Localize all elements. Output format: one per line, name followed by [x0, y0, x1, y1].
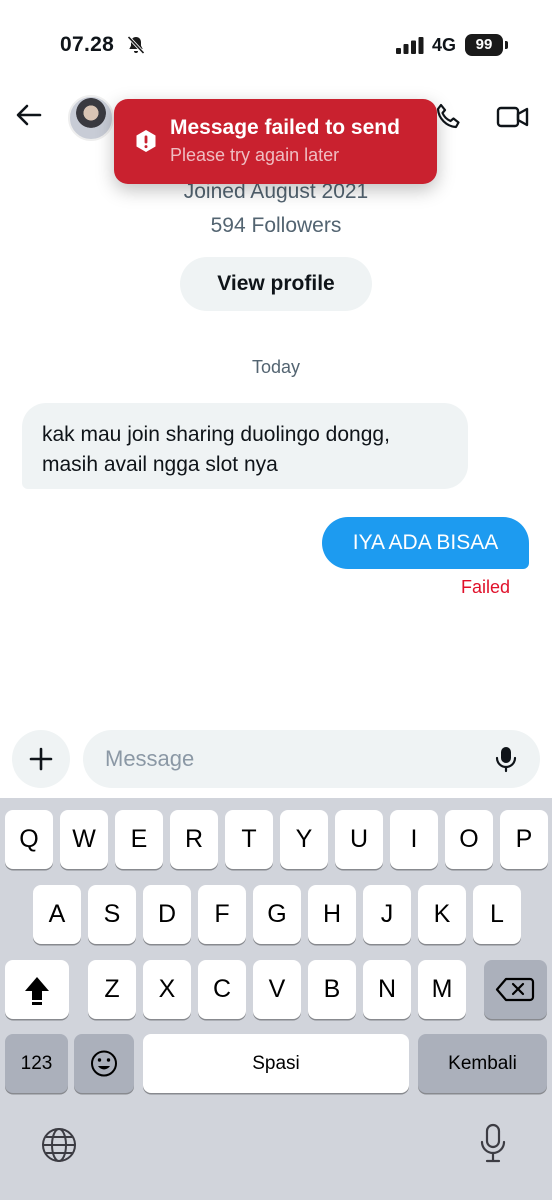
key-c[interactable]: C — [198, 960, 246, 1019]
key-q[interactable]: Q — [5, 810, 53, 869]
view-profile-button[interactable]: View profile — [180, 257, 372, 311]
key-u[interactable]: U — [335, 810, 383, 869]
key-i[interactable]: I — [390, 810, 438, 869]
key-r[interactable]: R — [170, 810, 218, 869]
error-toast[interactable]: Message failed to send Please try again … — [114, 99, 437, 184]
shift-key[interactable] — [5, 960, 69, 1019]
battery-tip — [505, 41, 508, 49]
signal-icon — [396, 37, 424, 54]
key-f[interactable]: F — [198, 885, 246, 944]
key-e[interactable]: E — [115, 810, 163, 869]
key-s[interactable]: S — [88, 885, 136, 944]
key-g[interactable]: G — [253, 885, 301, 944]
alert-icon — [136, 130, 156, 152]
key-p[interactable]: P — [500, 810, 548, 869]
emoji-key[interactable] — [74, 1034, 134, 1093]
key-o[interactable]: O — [445, 810, 493, 869]
key-h[interactable]: H — [308, 885, 356, 944]
avatar[interactable] — [68, 95, 114, 141]
message-failed-status[interactable]: Failed — [461, 577, 510, 598]
key-l[interactable]: L — [473, 885, 521, 944]
backspace-icon — [495, 977, 535, 1002]
message-input[interactable] — [105, 730, 485, 788]
add-attachment-button[interactable] — [12, 730, 70, 788]
followers-count: 594 Followers — [210, 214, 342, 237]
back-arrow-icon[interactable] — [12, 98, 46, 132]
return-key[interactable]: Kembali — [418, 1034, 547, 1093]
backspace-key[interactable] — [484, 960, 547, 1019]
outgoing-message-bubble[interactable]: IYA ADA BISAA — [322, 517, 529, 569]
key-n[interactable]: N — [363, 960, 411, 1019]
key-k[interactable]: K — [418, 885, 466, 944]
numbers-key[interactable]: 123 — [5, 1034, 68, 1093]
key-v[interactable]: V — [253, 960, 301, 1019]
key-z[interactable]: Z — [88, 960, 136, 1019]
space-key[interactable]: Spasi — [143, 1034, 409, 1093]
toast-subtitle: Please try again later — [170, 145, 340, 165]
message-input-container[interactable] — [83, 730, 540, 788]
keyboard: Q W E R T Y U I O P A S D F G H J K L Z … — [0, 798, 552, 1200]
key-d[interactable]: D — [143, 885, 191, 944]
status-bar: 07.28 4G 99 — [0, 0, 552, 90]
dictation-icon[interactable] — [478, 1123, 508, 1165]
shift-icon — [25, 977, 49, 1005]
key-y[interactable]: Y — [280, 810, 328, 869]
toast-title: Message failed to send — [170, 116, 400, 139]
key-j[interactable]: J — [363, 885, 411, 944]
globe-icon[interactable] — [40, 1126, 78, 1164]
microphone-icon[interactable] — [491, 744, 521, 774]
status-time: 07.28 — [60, 33, 115, 56]
bell-slash-icon — [127, 35, 145, 55]
emoji-icon — [91, 1050, 117, 1077]
network-type: 4G — [432, 35, 457, 55]
video-camera-icon[interactable] — [496, 102, 530, 132]
key-a[interactable]: A — [33, 885, 81, 944]
key-x[interactable]: X — [143, 960, 191, 1019]
key-b[interactable]: B — [308, 960, 356, 1019]
date-separator: Today — [251, 357, 301, 377]
key-w[interactable]: W — [60, 810, 108, 869]
key-t[interactable]: T — [225, 810, 273, 869]
plus-icon — [29, 747, 53, 771]
battery-indicator: 99 — [465, 34, 503, 56]
key-m[interactable]: M — [418, 960, 466, 1019]
incoming-message-bubble[interactable]: kak mau join sharing duolingo dongg, mas… — [22, 403, 468, 489]
